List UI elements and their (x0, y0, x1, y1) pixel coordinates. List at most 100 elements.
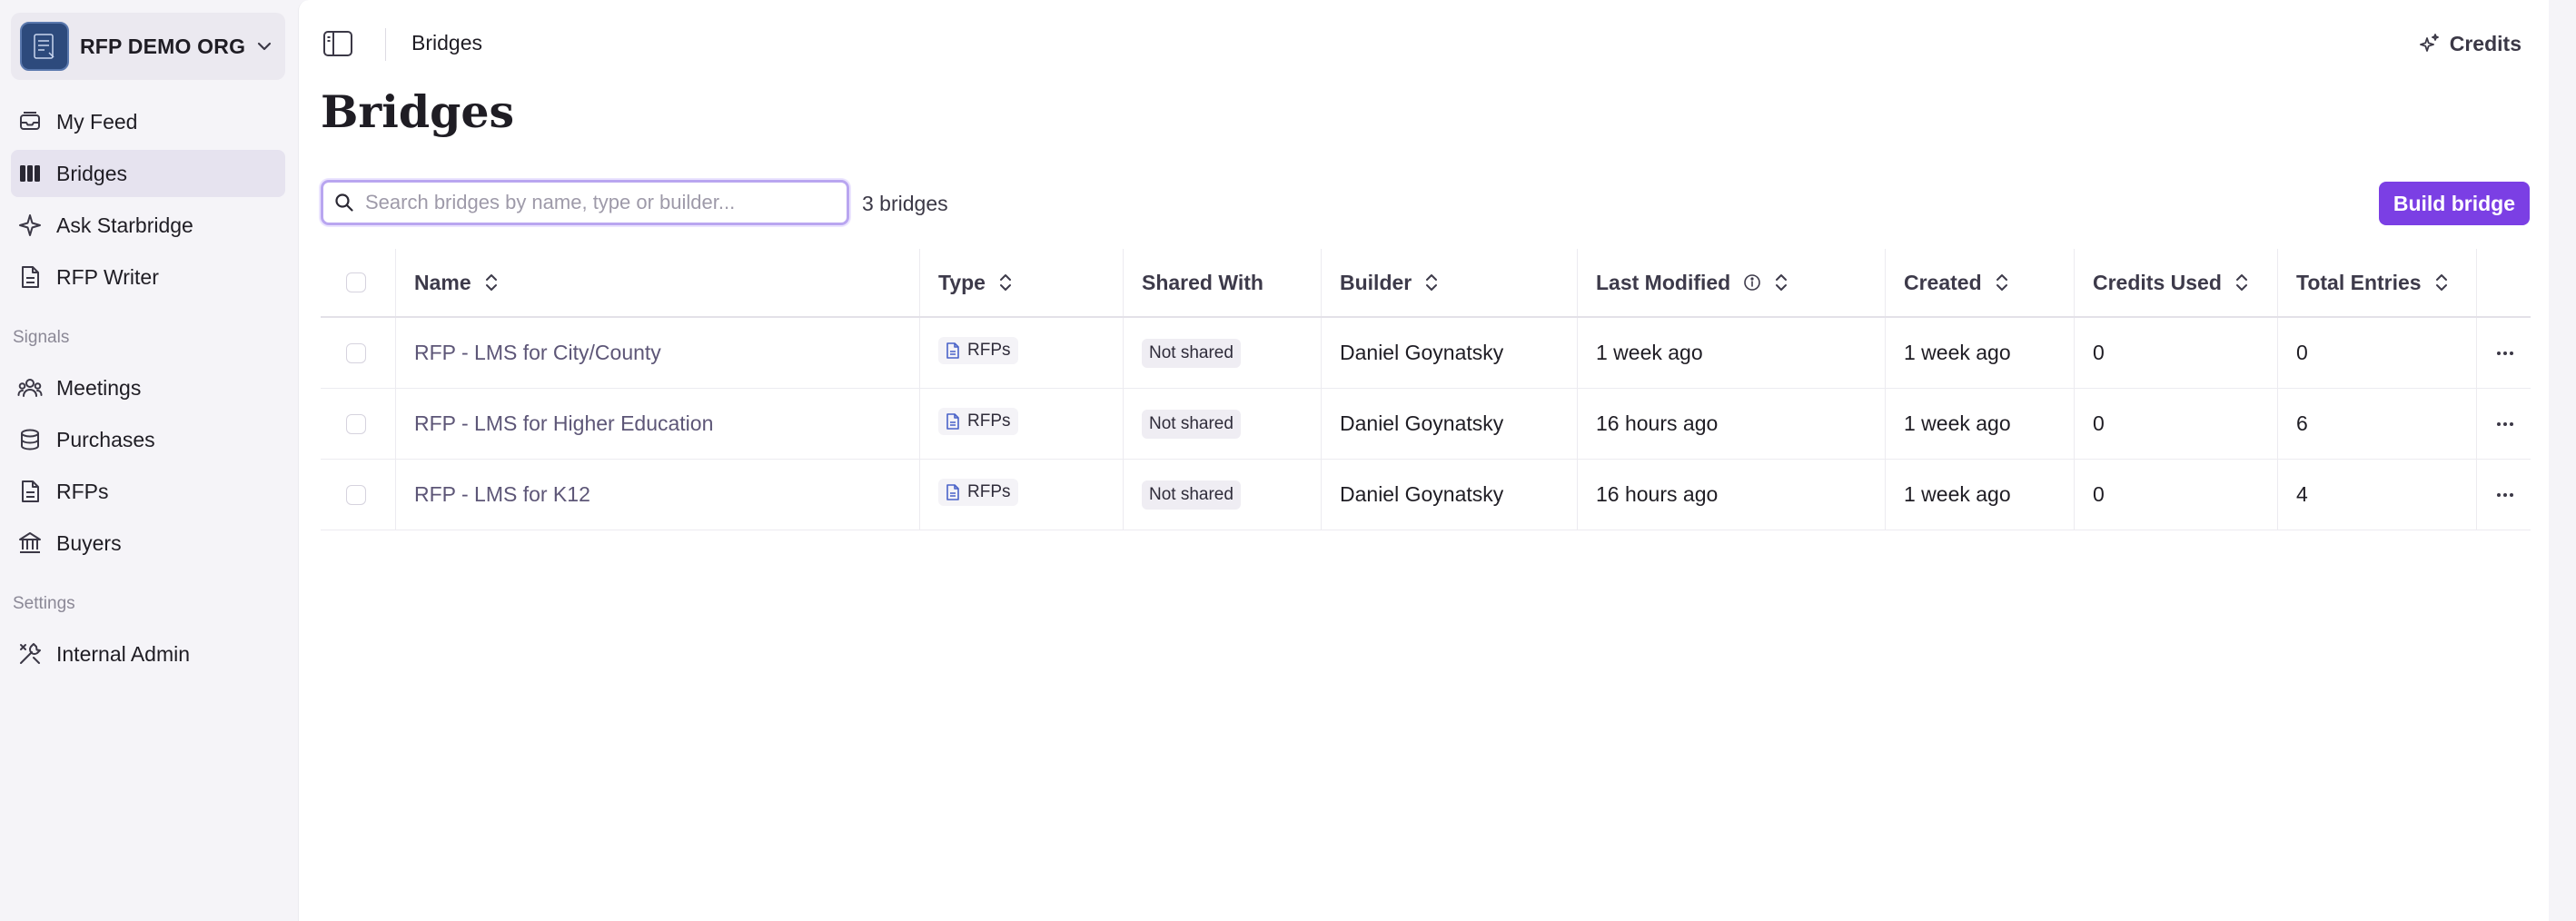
type-cell: RFPs (920, 318, 1124, 388)
bridge-name-link[interactable]: RFP - LMS for Higher Education (414, 411, 713, 436)
document-icon (16, 263, 44, 291)
signals-heading: Signals (13, 328, 70, 347)
column-header-shared-with: Shared With (1124, 249, 1322, 316)
sidebar-item-purchases[interactable]: Purchases (11, 416, 285, 463)
row-checkbox[interactable] (346, 484, 366, 505)
column-header-label: Total Entries (2296, 270, 2422, 294)
sidebar-item-label: Bridges (56, 161, 127, 185)
shared-badge: Not shared (1142, 409, 1241, 439)
select-all-checkbox[interactable] (346, 272, 366, 292)
type-badge: RFPs (938, 336, 1018, 364)
column-header-total-entries[interactable]: Total Entries (2278, 249, 2477, 316)
credits-label: Credits (2449, 31, 2522, 55)
created-cell: 1 week ago (1886, 389, 2075, 459)
row-checkbox[interactable] (346, 342, 366, 363)
bridges-table: Name Type Shared With Builder Last Modif… (321, 249, 2531, 530)
column-header-builder[interactable]: Builder (1322, 249, 1578, 316)
sidebar-item-label: Internal Admin (56, 641, 191, 666)
database-icon (16, 426, 44, 453)
search-icon (335, 193, 353, 212)
sidebar-item-buyers[interactable]: Buyers (11, 520, 285, 567)
topbar-divider (385, 28, 386, 61)
sidebar-item-label: Purchases (56, 427, 155, 451)
sidebar-item-internal-admin[interactable]: Internal Admin (11, 630, 285, 678)
more-options-icon[interactable] (2493, 486, 2517, 504)
type-label: RFPs (967, 481, 1011, 501)
info-icon[interactable] (1743, 273, 1761, 292)
search-box (321, 180, 849, 225)
sort-icon[interactable] (2434, 272, 2449, 293)
sidebar-item-my-feed[interactable]: My Feed (11, 98, 285, 145)
sort-icon[interactable] (1774, 272, 1788, 293)
file-icon (946, 483, 959, 500)
entries-cell: 6 (2278, 389, 2477, 459)
sidebar-item-rfps[interactable]: RFPs (11, 468, 285, 515)
column-header-credits-used[interactable]: Credits Used (2075, 249, 2278, 316)
search-input[interactable] (365, 191, 836, 214)
bridge-name-link[interactable]: RFP - LMS for K12 (414, 482, 590, 507)
column-header-label: Created (1904, 270, 1982, 294)
column-header-name[interactable]: Name (396, 249, 920, 316)
sort-icon[interactable] (998, 272, 1013, 293)
bridge-count: 3 bridges (862, 192, 948, 215)
column-header-created[interactable]: Created (1886, 249, 2075, 316)
table-row[interactable]: RFP - LMS for Higher Education RFPs Not … (321, 389, 2531, 460)
columns-icon (16, 160, 44, 187)
row-select-cell (321, 318, 396, 388)
type-cell: RFPs (920, 460, 1124, 530)
sidebar-item-label: RFP Writer (56, 264, 159, 289)
last-modified-cell: 16 hours ago (1578, 389, 1886, 459)
bridge-name-link[interactable]: RFP - LMS for City/County (414, 341, 661, 365)
sort-icon[interactable] (1995, 272, 2009, 293)
tools-icon (16, 640, 44, 668)
shared-cell: Not shared (1124, 389, 1322, 459)
sidebar-item-meetings[interactable]: Meetings (11, 364, 285, 411)
table-row[interactable]: RFP - LMS for K12 RFPs Not shared Daniel… (321, 460, 2531, 530)
sidebar-item-label: RFPs (56, 479, 109, 503)
shared-badge: Not shared (1142, 480, 1241, 510)
build-bridge-button[interactable]: Build bridge (2378, 182, 2530, 225)
table-row[interactable]: RFP - LMS for City/County RFPs Not share… (321, 318, 2531, 389)
people-icon (16, 374, 44, 401)
sidebar-item-label: My Feed (56, 109, 138, 134)
sidebar-item-rfp-writer[interactable]: RFP Writer (11, 253, 285, 301)
credits-cell: 0 (2075, 318, 2278, 388)
bank-icon (16, 530, 44, 557)
last-modified-cell: 1 week ago (1578, 318, 1886, 388)
more-options-icon[interactable] (2493, 344, 2517, 362)
document-icon (16, 478, 44, 505)
column-header-last-modified[interactable]: Last Modified (1578, 249, 1886, 316)
sort-icon[interactable] (1424, 272, 1439, 293)
header-actions-cell (2477, 249, 2531, 316)
row-checkbox[interactable] (346, 413, 366, 434)
name-cell: RFP - LMS for Higher Education (396, 389, 920, 459)
page-title: Bridges (321, 85, 515, 138)
column-header-label: Credits Used (2093, 270, 2222, 294)
header-select-cell (321, 249, 396, 316)
file-icon (946, 412, 959, 430)
row-select-cell (321, 389, 396, 459)
org-switcher[interactable]: RFP DEMO ORG (11, 13, 285, 80)
topbar: Bridges Credits (299, 0, 2549, 87)
inbox-icon (16, 108, 44, 135)
entries-cell: 0 (2278, 318, 2477, 388)
credits-button[interactable]: Credits (2419, 27, 2522, 60)
sidebar-item-label: Ask Starbridge (56, 213, 193, 237)
row-actions-cell (2477, 318, 2531, 388)
type-badge: RFPs (938, 407, 1018, 435)
sidebar-toggle-icon[interactable] (322, 30, 353, 57)
name-cell: RFP - LMS for K12 (396, 460, 920, 530)
table-header-row: Name Type Shared With Builder Last Modif… (321, 249, 2531, 318)
sparkle-icon (16, 212, 44, 239)
builder-cell: Daniel Goynatsky (1322, 318, 1578, 388)
column-header-label: Type (938, 270, 986, 294)
row-select-cell (321, 460, 396, 530)
file-icon (946, 342, 959, 359)
sort-icon[interactable] (2234, 272, 2249, 293)
column-header-type[interactable]: Type (920, 249, 1124, 316)
more-options-icon[interactable] (2493, 415, 2517, 433)
sidebar-item-bridges[interactable]: Bridges (11, 150, 285, 197)
created-cell: 1 week ago (1886, 318, 2075, 388)
sort-icon[interactable] (484, 272, 499, 293)
sidebar-item-ask-starbridge[interactable]: Ask Starbridge (11, 202, 285, 249)
